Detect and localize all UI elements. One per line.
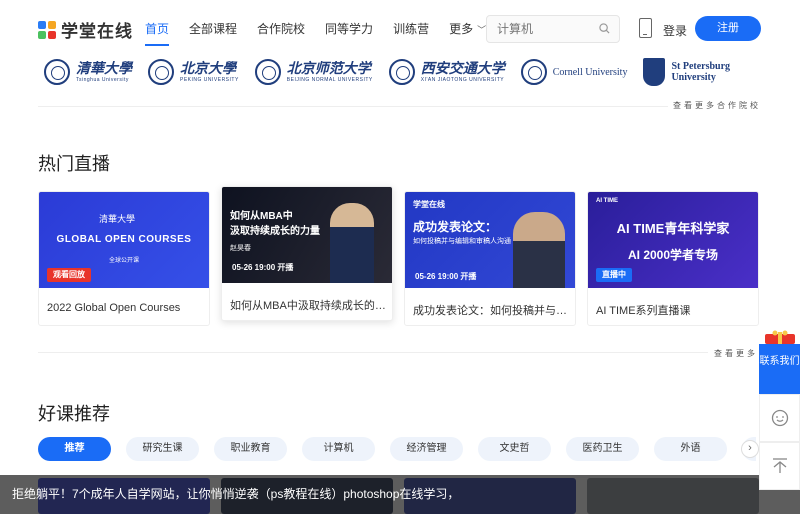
nav-more[interactable]: 更多 ﹀ (449, 20, 486, 46)
chat-button[interactable] (759, 394, 800, 442)
university-logo-peking[interactable]: 北京大學 PEKING UNIVERSITY (148, 57, 239, 87)
logo-mark-icon (38, 20, 56, 39)
chevron-right-icon[interactable]: › (741, 440, 759, 458)
thumb-subtitle: 如何投稿并与编辑和审稿人沟通 (413, 238, 511, 245)
uni-name-en: Cornell University (552, 66, 628, 78)
nav-home[interactable]: 首页 (145, 20, 170, 46)
live-card[interactable]: AI TIME AI TIME青年科学家 AI 2000学者专场 直播中 AI … (587, 191, 759, 326)
cornell-seal-icon (520, 59, 547, 85)
thumb-title-line: 如何从MBA中 (230, 211, 293, 222)
uni-name-cn: 北京大學 (180, 61, 236, 77)
xjtu-seal-icon (388, 59, 415, 85)
arrow-up-icon (772, 458, 787, 473)
search-box (486, 15, 620, 43)
nav-more-label: 更多 (449, 22, 474, 36)
section-title-live: 热门直播 (38, 154, 110, 175)
divider (38, 352, 708, 353)
speaker-photo (513, 212, 565, 288)
section-title-courses: 好课推荐 (38, 404, 110, 425)
mobile-app-icon[interactable] (639, 18, 652, 38)
uni-name-en: Tsinghua University (76, 77, 129, 83)
register-button[interactable]: 注册 (695, 16, 761, 41)
more-live-link[interactable]: 查看更多 (714, 348, 758, 359)
speaker-photo (330, 203, 374, 283)
logo-text: 学堂在线 (61, 22, 133, 42)
live-caption: 成功发表论文：如何投稿并与编辑和审稿人沟通 (413, 305, 573, 317)
thumb-head: 清華大學 (99, 215, 136, 225)
search-input[interactable] (487, 16, 587, 42)
floating-toolbar: 联系我们 (759, 330, 800, 514)
nav-equivalent-degree[interactable]: 同等学力 (325, 20, 373, 46)
live-cards: 清華大學 GLOBAL OPEN COURSES 全球公开课 观看回放 2022… (38, 186, 760, 327)
thumb-sub-text: 全球公开课 (108, 258, 139, 264)
category-tabs: 推荐 研究生课 职业教育 计算机 经济管理 文史哲 医药卫生 外语 理学 (38, 437, 756, 461)
notification-banner[interactable]: 拒绝躺平！7个成年人自学网站，让你悄悄逆袭（ps教程在线）photoshop在线… (0, 475, 800, 514)
live-thumbnail: 清華大學 GLOBAL OPEN COURSES 全球公开课 观看回放 (39, 192, 209, 288)
nav-partner-schools[interactable]: 合作院校 (257, 20, 305, 46)
nav-bootcamp[interactable]: 训练营 (393, 20, 429, 46)
thumb-logo: 学堂在线 (413, 200, 445, 209)
uni-name-cn: 西安交通大学 (420, 61, 505, 77)
thumb-logo: AI TIME (596, 198, 618, 204)
page: 学堂在线 首页 全部课程 合作院校 同等学力 训练营 更多﹀ 登录 注册 清華大… (0, 0, 800, 514)
live-now-badge: 直播中 (596, 268, 632, 282)
thumb-subtitle: AI 2000学者专场 (627, 248, 719, 262)
live-card[interactable]: 学堂在线 成功发表论文： 如何投稿并与编辑和审稿人沟通 05-26 19:00 … (404, 191, 576, 326)
uni-name-en: BEIJING NORMAL UNIVERSITY (286, 77, 373, 83)
thumb-title-line: 汲取持续成长的力量 (230, 226, 320, 237)
thumb-time: 05-26 19:00 开播 (232, 263, 294, 272)
thumb-title: AI TIME青年科学家 (616, 221, 730, 236)
back-to-top-button[interactable] (759, 442, 800, 490)
contact-us-button[interactable]: 联系我们 (759, 344, 800, 394)
header: 学堂在线 首页 全部课程 合作院校 同等学力 训练营 更多﹀ 登录 注册 (0, 0, 800, 56)
bnu-seal-icon (254, 59, 281, 85)
university-logo-tsinghua[interactable]: 清華大學 Tsinghua University (44, 57, 132, 87)
university-logo-bnu[interactable]: 北京师范大学 BEIJING NORMAL UNIVERSITY (254, 57, 373, 87)
university-logo-cornell[interactable]: Cornell University (520, 57, 628, 87)
thumb-title: 成功发表论文： (413, 220, 498, 234)
nav-all-courses[interactable]: 全部课程 (189, 20, 237, 46)
university-logo-spbu[interactable]: St Petersburg University (643, 57, 733, 87)
university-logo-xjtu[interactable]: 西安交通大学 XI'AN JIAOTONG UNIVERSITY (388, 57, 505, 87)
live-thumbnail: 如何从MBA中 汲取持续成长的力量 赵昊春 05-26 19:00 开播 (222, 187, 392, 283)
search-icon[interactable] (599, 23, 610, 34)
main-nav: 首页 全部课程 合作院校 同等学力 训练营 更多 ﹀ (145, 20, 506, 46)
category-tab[interactable]: 计算机 (302, 437, 375, 461)
live-caption: AI TIME系列直播课 (596, 305, 691, 317)
site-logo[interactable]: 学堂在线 (38, 17, 133, 42)
spbu-shield-icon (643, 58, 666, 86)
more-universities-link[interactable]: 查看更多合作院校 (673, 100, 761, 111)
category-tab[interactable]: 推荐 (38, 437, 111, 461)
uni-name-en: St Petersburg University (671, 61, 731, 83)
thumb-speaker: 赵昊春 (230, 245, 251, 252)
category-tab[interactable]: 经济管理 (390, 437, 463, 461)
category-tab[interactable]: 文史哲 (478, 437, 551, 461)
chat-icon (771, 409, 788, 427)
thumb-time: 05-26 19:00 开播 (415, 272, 477, 281)
uni-name-en: XI'AN JIAOTONG UNIVERSITY (420, 77, 505, 83)
category-tab[interactable]: 外语 (654, 437, 727, 461)
live-caption: 2022 Global Open Courses (47, 302, 181, 314)
uni-name-cn: 北京师范大学 (286, 61, 371, 77)
partner-universities: 清華大學 Tsinghua University 北京大學 PEKING UNIVE… (44, 56, 764, 88)
login-link[interactable]: 登录 (663, 22, 687, 39)
uni-name-en: PEKING UNIVERSITY (180, 77, 239, 83)
category-tab[interactable]: 医药卫生 (566, 437, 639, 461)
live-card[interactable]: 如何从MBA中 汲取持续成长的力量 赵昊春 05-26 19:00 开播 如何从… (221, 186, 393, 321)
live-caption: 如何从MBA中汲取持续成长的力量 (230, 300, 390, 312)
live-thumbnail: 学堂在线 成功发表论文： 如何投稿并与编辑和审稿人沟通 05-26 19:00 … (405, 192, 575, 288)
category-tab[interactable]: 职业教育 (214, 437, 287, 461)
live-thumbnail: AI TIME AI TIME青年科学家 AI 2000学者专场 直播中 (588, 192, 758, 288)
peking-seal-icon (148, 59, 174, 85)
replay-badge: 观看回放 (47, 268, 91, 282)
chevron-down-icon: ﹀ (477, 25, 487, 35)
category-tab[interactable]: 研究生课 (126, 437, 199, 461)
divider (38, 106, 668, 107)
tsinghua-seal-icon (44, 59, 70, 85)
gift-icon[interactable] (761, 330, 799, 344)
uni-name-cn: 清華大學 (76, 61, 132, 77)
live-card[interactable]: 清華大學 GLOBAL OPEN COURSES 全球公开课 观看回放 2022… (38, 191, 210, 326)
thumb-main-text: GLOBAL OPEN COURSES (56, 234, 192, 245)
